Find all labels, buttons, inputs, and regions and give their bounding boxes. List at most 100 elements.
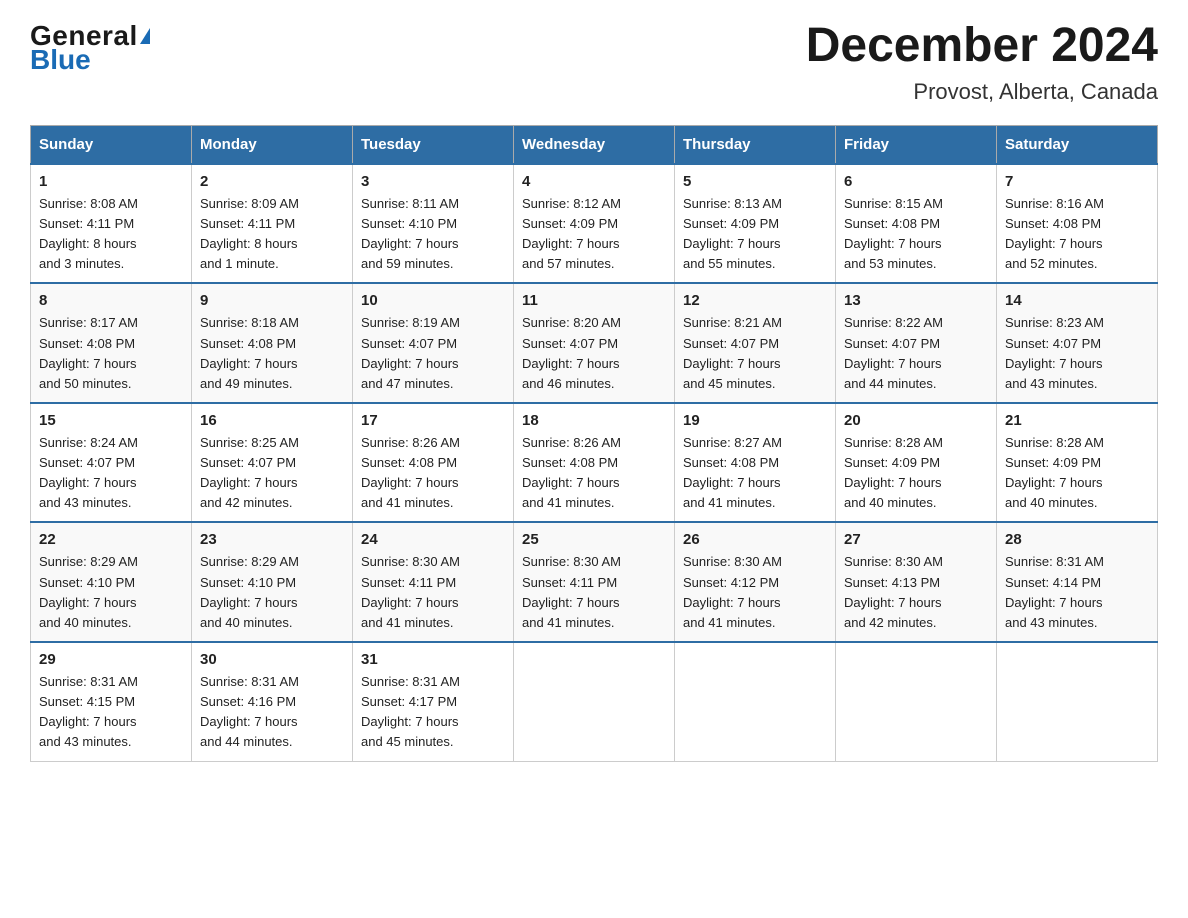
day-info: Sunrise: 8:23 AMSunset: 4:07 PMDaylight:… — [1005, 315, 1104, 390]
calendar-cell: 24 Sunrise: 8:30 AMSunset: 4:11 PMDaylig… — [353, 522, 514, 642]
day-info: Sunrise: 8:11 AMSunset: 4:10 PMDaylight:… — [361, 196, 459, 271]
day-info: Sunrise: 8:25 AMSunset: 4:07 PMDaylight:… — [200, 435, 299, 510]
day-info: Sunrise: 8:27 AMSunset: 4:08 PMDaylight:… — [683, 435, 782, 510]
calendar-cell: 16 Sunrise: 8:25 AMSunset: 4:07 PMDaylig… — [192, 403, 353, 523]
calendar-cell: 25 Sunrise: 8:30 AMSunset: 4:11 PMDaylig… — [514, 522, 675, 642]
calendar-cell — [997, 642, 1158, 761]
day-info: Sunrise: 8:13 AMSunset: 4:09 PMDaylight:… — [683, 196, 782, 271]
day-number: 8 — [39, 292, 183, 309]
day-number: 24 — [361, 531, 505, 548]
day-number: 23 — [200, 531, 344, 548]
day-info: Sunrise: 8:19 AMSunset: 4:07 PMDaylight:… — [361, 315, 460, 390]
calendar-cell: 31 Sunrise: 8:31 AMSunset: 4:17 PMDaylig… — [353, 642, 514, 761]
day-info: Sunrise: 8:28 AMSunset: 4:09 PMDaylight:… — [1005, 435, 1104, 510]
day-number: 6 — [844, 173, 988, 190]
day-info: Sunrise: 8:29 AMSunset: 4:10 PMDaylight:… — [39, 554, 138, 629]
day-info: Sunrise: 8:31 AMSunset: 4:15 PMDaylight:… — [39, 674, 138, 749]
day-number: 21 — [1005, 412, 1149, 429]
day-number: 31 — [361, 651, 505, 668]
calendar-cell: 6 Sunrise: 8:15 AMSunset: 4:08 PMDayligh… — [836, 164, 997, 284]
day-number: 17 — [361, 412, 505, 429]
calendar-cell: 30 Sunrise: 8:31 AMSunset: 4:16 PMDaylig… — [192, 642, 353, 761]
calendar-cell: 20 Sunrise: 8:28 AMSunset: 4:09 PMDaylig… — [836, 403, 997, 523]
header-friday: Friday — [836, 125, 997, 164]
calendar-cell: 4 Sunrise: 8:12 AMSunset: 4:09 PMDayligh… — [514, 164, 675, 284]
day-info: Sunrise: 8:16 AMSunset: 4:08 PMDaylight:… — [1005, 196, 1104, 271]
day-number: 10 — [361, 292, 505, 309]
day-number: 22 — [39, 531, 183, 548]
header-tuesday: Tuesday — [353, 125, 514, 164]
day-number: 14 — [1005, 292, 1149, 309]
day-info: Sunrise: 8:20 AMSunset: 4:07 PMDaylight:… — [522, 315, 621, 390]
day-info: Sunrise: 8:31 AMSunset: 4:14 PMDaylight:… — [1005, 554, 1104, 629]
day-info: Sunrise: 8:28 AMSunset: 4:09 PMDaylight:… — [844, 435, 943, 510]
calendar-cell: 14 Sunrise: 8:23 AMSunset: 4:07 PMDaylig… — [997, 283, 1158, 403]
calendar-cell: 1 Sunrise: 8:08 AMSunset: 4:11 PMDayligh… — [31, 164, 192, 284]
day-info: Sunrise: 8:15 AMSunset: 4:08 PMDaylight:… — [844, 196, 943, 271]
calendar-cell: 2 Sunrise: 8:09 AMSunset: 4:11 PMDayligh… — [192, 164, 353, 284]
day-info: Sunrise: 8:26 AMSunset: 4:08 PMDaylight:… — [522, 435, 621, 510]
day-number: 2 — [200, 173, 344, 190]
week-row-2: 8 Sunrise: 8:17 AMSunset: 4:08 PMDayligh… — [31, 283, 1158, 403]
calendar-cell: 3 Sunrise: 8:11 AMSunset: 4:10 PMDayligh… — [353, 164, 514, 284]
day-info: Sunrise: 8:30 AMSunset: 4:12 PMDaylight:… — [683, 554, 782, 629]
day-info: Sunrise: 8:08 AMSunset: 4:11 PMDaylight:… — [39, 196, 138, 271]
calendar-cell: 23 Sunrise: 8:29 AMSunset: 4:10 PMDaylig… — [192, 522, 353, 642]
calendar-cell: 13 Sunrise: 8:22 AMSunset: 4:07 PMDaylig… — [836, 283, 997, 403]
header-wednesday: Wednesday — [514, 125, 675, 164]
calendar-cell: 17 Sunrise: 8:26 AMSunset: 4:08 PMDaylig… — [353, 403, 514, 523]
title-section: December 2024 Provost, Alberta, Canada — [806, 20, 1158, 105]
day-number: 28 — [1005, 531, 1149, 548]
header-thursday: Thursday — [675, 125, 836, 164]
week-row-3: 15 Sunrise: 8:24 AMSunset: 4:07 PMDaylig… — [31, 403, 1158, 523]
day-info: Sunrise: 8:29 AMSunset: 4:10 PMDaylight:… — [200, 554, 299, 629]
day-number: 3 — [361, 173, 505, 190]
page-title: December 2024 — [806, 20, 1158, 73]
page-header: General Blue December 2024 Provost, Albe… — [30, 20, 1158, 105]
logo-triangle-icon — [140, 28, 150, 44]
day-info: Sunrise: 8:30 AMSunset: 4:11 PMDaylight:… — [522, 554, 621, 629]
calendar-cell — [836, 642, 997, 761]
calendar-cell: 15 Sunrise: 8:24 AMSunset: 4:07 PMDaylig… — [31, 403, 192, 523]
calendar-cell — [675, 642, 836, 761]
day-number: 13 — [844, 292, 988, 309]
day-info: Sunrise: 8:30 AMSunset: 4:11 PMDaylight:… — [361, 554, 460, 629]
day-number: 30 — [200, 651, 344, 668]
calendar-cell: 22 Sunrise: 8:29 AMSunset: 4:10 PMDaylig… — [31, 522, 192, 642]
day-info: Sunrise: 8:17 AMSunset: 4:08 PMDaylight:… — [39, 315, 138, 390]
calendar-cell: 9 Sunrise: 8:18 AMSunset: 4:08 PMDayligh… — [192, 283, 353, 403]
calendar-cell: 12 Sunrise: 8:21 AMSunset: 4:07 PMDaylig… — [675, 283, 836, 403]
calendar-cell: 18 Sunrise: 8:26 AMSunset: 4:08 PMDaylig… — [514, 403, 675, 523]
day-info: Sunrise: 8:26 AMSunset: 4:08 PMDaylight:… — [361, 435, 460, 510]
logo-blue-text: Blue — [30, 44, 91, 76]
calendar-cell: 27 Sunrise: 8:30 AMSunset: 4:13 PMDaylig… — [836, 522, 997, 642]
calendar-cell: 7 Sunrise: 8:16 AMSunset: 4:08 PMDayligh… — [997, 164, 1158, 284]
calendar-cell: 11 Sunrise: 8:20 AMSunset: 4:07 PMDaylig… — [514, 283, 675, 403]
day-info: Sunrise: 8:22 AMSunset: 4:07 PMDaylight:… — [844, 315, 943, 390]
header-sunday: Sunday — [31, 125, 192, 164]
calendar-cell: 5 Sunrise: 8:13 AMSunset: 4:09 PMDayligh… — [675, 164, 836, 284]
day-number: 16 — [200, 412, 344, 429]
day-number: 1 — [39, 173, 183, 190]
calendar-cell: 28 Sunrise: 8:31 AMSunset: 4:14 PMDaylig… — [997, 522, 1158, 642]
day-info: Sunrise: 8:24 AMSunset: 4:07 PMDaylight:… — [39, 435, 138, 510]
day-info: Sunrise: 8:12 AMSunset: 4:09 PMDaylight:… — [522, 196, 621, 271]
header-monday: Monday — [192, 125, 353, 164]
day-number: 26 — [683, 531, 827, 548]
day-number: 27 — [844, 531, 988, 548]
day-number: 4 — [522, 173, 666, 190]
calendar-header-row: Sunday Monday Tuesday Wednesday Thursday… — [31, 125, 1158, 164]
day-number: 20 — [844, 412, 988, 429]
week-row-1: 1 Sunrise: 8:08 AMSunset: 4:11 PMDayligh… — [31, 164, 1158, 284]
calendar-cell: 10 Sunrise: 8:19 AMSunset: 4:07 PMDaylig… — [353, 283, 514, 403]
day-info: Sunrise: 8:31 AMSunset: 4:16 PMDaylight:… — [200, 674, 299, 749]
day-number: 25 — [522, 531, 666, 548]
week-row-4: 22 Sunrise: 8:29 AMSunset: 4:10 PMDaylig… — [31, 522, 1158, 642]
header-saturday: Saturday — [997, 125, 1158, 164]
day-number: 11 — [522, 292, 666, 309]
calendar-cell: 21 Sunrise: 8:28 AMSunset: 4:09 PMDaylig… — [997, 403, 1158, 523]
day-info: Sunrise: 8:31 AMSunset: 4:17 PMDaylight:… — [361, 674, 460, 749]
week-row-5: 29 Sunrise: 8:31 AMSunset: 4:15 PMDaylig… — [31, 642, 1158, 761]
day-number: 7 — [1005, 173, 1149, 190]
calendar-cell: 8 Sunrise: 8:17 AMSunset: 4:08 PMDayligh… — [31, 283, 192, 403]
